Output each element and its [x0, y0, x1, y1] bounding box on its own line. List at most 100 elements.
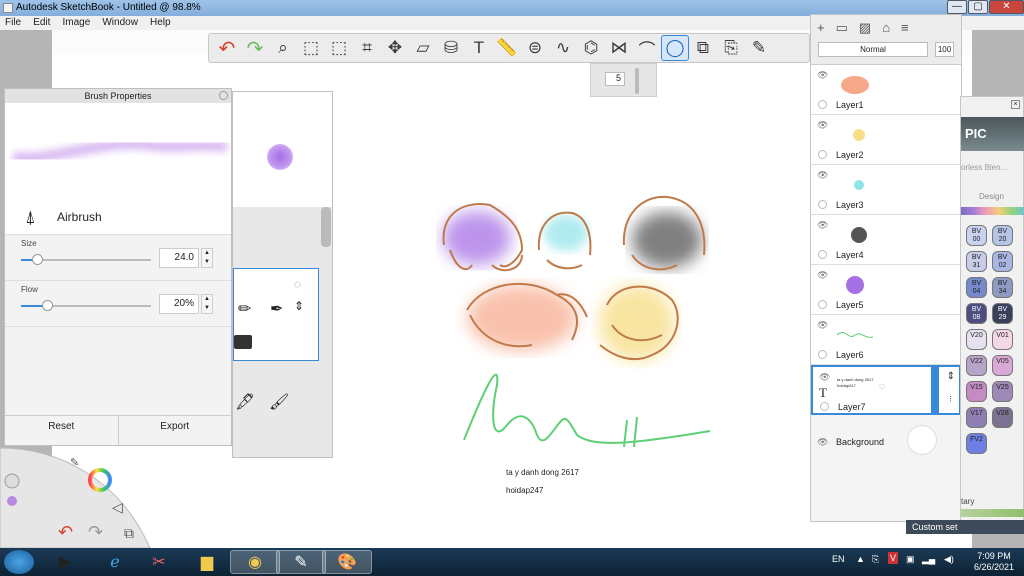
custom-set-tab[interactable]: Custom set — [906, 520, 1024, 534]
lagoon-layers-icon[interactable]: ⧉ — [124, 525, 134, 541]
layer-row[interactable]: 👁 Layer3 — [811, 165, 961, 215]
flow-value-field[interactable]: 20% — [159, 294, 199, 314]
layer-move-icon[interactable]: ⇕ — [947, 371, 955, 382]
visibility-eye-icon[interactable]: 👁 — [817, 220, 828, 231]
layer-row[interactable]: 👁 Layer1 — [811, 65, 961, 115]
chrome-icon[interactable]: ◉ — [230, 550, 280, 574]
french-curve-icon[interactable]: ∿ — [549, 35, 577, 61]
layer-options-icon[interactable]: ⋮ — [947, 395, 954, 403]
stroke-icon[interactable]: ⌒ — [633, 35, 661, 61]
add-image-icon[interactable]: ▨ — [859, 20, 871, 36]
maximize-button[interactable]: ▢ — [968, 0, 988, 14]
brush-size-value[interactable]: 5 — [605, 72, 625, 86]
dotted-brush-icon[interactable]: ◌ — [294, 277, 301, 291]
clear-layer-icon[interactable]: ⌂ — [882, 20, 890, 36]
visibility-eye-icon[interactable]: 👁 — [817, 170, 828, 181]
redo-icon[interactable]: ↷ — [241, 35, 269, 61]
layer-select-radio[interactable] — [818, 300, 827, 309]
ink-brush-icon[interactable]: 🖋 — [235, 392, 255, 412]
lagoon-redo-icon[interactable]: ↷ — [88, 522, 103, 542]
copic-swatch[interactable]: BV 00 — [966, 225, 987, 246]
language-indicator[interactable]: EN — [832, 554, 845, 564]
selected-brush-set[interactable]: ◌ ✏ ✒ ⇕ — [233, 268, 319, 361]
size-value-field[interactable]: 24.0 — [159, 248, 199, 268]
layer-row[interactable]: 👁 Layer5 — [811, 265, 961, 315]
lagoon-select-icon[interactable]: ◁ — [112, 499, 123, 515]
undo-icon[interactable]: ↶ — [213, 35, 241, 61]
copic-swatch[interactable]: V17 — [966, 407, 987, 428]
flow-slider-knob[interactable] — [42, 300, 53, 311]
marker-brush-icon[interactable] — [234, 335, 252, 349]
tray-app-icon[interactable]: V — [888, 552, 899, 564]
internet-explorer-icon[interactable]: ℯ — [90, 550, 140, 574]
copic-swatch[interactable]: BV 31 — [966, 251, 987, 272]
visibility-eye-icon[interactable]: 👁 — [817, 120, 828, 131]
brush-icon[interactable]: ✎ — [745, 35, 773, 61]
tray-arrow-icon[interactable]: ▲ — [856, 554, 865, 564]
copic-swatch[interactable]: BV 29 — [992, 303, 1013, 324]
layer-select-radio[interactable] — [818, 350, 827, 359]
visibility-eye-icon[interactable]: 👁 — [817, 70, 828, 81]
layer-opacity-field[interactable]: 100 — [935, 42, 954, 57]
start-button[interactable] — [4, 550, 34, 574]
copic-close-icon[interactable]: × — [1011, 100, 1020, 109]
lagoon-undo-icon[interactable]: ↶ — [58, 522, 73, 542]
panel-close-icon[interactable] — [219, 91, 228, 100]
size-slider-track[interactable] — [21, 254, 151, 265]
close-button[interactable]: ✕ — [989, 0, 1024, 14]
copic-swatch[interactable]: V15 — [966, 381, 987, 402]
copic-swatch[interactable]: BV 08 — [966, 303, 987, 324]
copic-color-strip[interactable] — [961, 207, 1024, 215]
menu-window[interactable]: Window — [97, 16, 142, 28]
copic-swatch[interactable]: V28 — [992, 407, 1013, 428]
size-slider-knob[interactable] — [32, 254, 43, 265]
visibility-eye-icon[interactable]: 👁 — [817, 320, 828, 331]
copic-swatch[interactable]: V20 — [966, 329, 987, 350]
copic-swatch[interactable]: FV2 — [966, 433, 987, 454]
lagoon-brush-tool-icon[interactable]: ✎ — [70, 457, 79, 469]
copic-swatch[interactable]: BV 04 — [966, 277, 987, 298]
crop-icon[interactable]: ⌗ — [353, 35, 381, 61]
transform-icon[interactable]: ✥ — [381, 35, 409, 61]
ellipse-guide-icon[interactable]: ⊜ — [521, 35, 549, 61]
layer-row-selected[interactable]: 👁 T ta y danh dong 2617 hoidap247 ◌ Laye… — [811, 365, 961, 415]
background-layer-row[interactable]: 👁 Background — [811, 415, 961, 465]
snipping-tool-icon[interactable]: ✂ — [134, 550, 184, 574]
blend-mode-select[interactable]: Normal — [818, 42, 928, 57]
copic-swatch[interactable]: V05 — [992, 355, 1013, 376]
flow-stepper[interactable]: ▲ ▼ — [201, 294, 213, 314]
shape-icon[interactable]: ⧉ — [689, 35, 717, 61]
visibility-eye-icon[interactable]: 👁 — [819, 372, 830, 383]
predictive-stroke-icon[interactable]: ◯ — [661, 35, 689, 61]
clock[interactable]: 7:09 PM 6/26/2021 — [966, 551, 1022, 573]
symmetry-icon[interactable]: ⋈ — [605, 35, 633, 61]
menu-image[interactable]: Image — [57, 16, 94, 28]
distort-icon[interactable]: ▱ — [409, 35, 437, 61]
brush-library-scrollbar[interactable] — [321, 207, 331, 247]
paint-icon[interactable]: 🎨 — [322, 550, 372, 574]
copic-swatch[interactable]: V01 — [992, 329, 1013, 350]
menu-edit[interactable]: Edit — [28, 16, 54, 28]
layer-select-radio[interactable] — [820, 402, 829, 411]
copic-swatch[interactable]: BV 34 — [992, 277, 1013, 298]
media-player-icon[interactable]: ▶ — [40, 550, 90, 574]
tray-device-icon[interactable]: ⎘ — [872, 554, 879, 565]
layer-select-radio[interactable] — [818, 100, 827, 109]
sketchbook-icon[interactable]: ✎ — [276, 550, 326, 574]
lasso-select-icon[interactable]: ⬚ — [325, 35, 353, 61]
background-color-swatch[interactable] — [907, 425, 937, 455]
text-icon[interactable]: T — [465, 35, 493, 61]
visibility-eye-icon[interactable]: 👁 — [817, 270, 828, 281]
network-icon[interactable]: ▂▄ — [922, 554, 935, 565]
scroll-arrows-icon[interactable]: ⇕ — [294, 299, 304, 313]
layer-select-radio[interactable] — [818, 200, 827, 209]
flow-slider-track[interactable] — [21, 300, 151, 311]
menu-help[interactable]: Help — [145, 16, 175, 28]
copic-swatch[interactable]: BV 02 — [992, 251, 1013, 272]
pencil-brush-icon[interactable]: ✏ — [238, 299, 251, 319]
minimize-button[interactable]: — — [947, 0, 967, 14]
zoom-icon[interactable]: ⌕ — [269, 35, 297, 61]
ruler-icon[interactable]: 📏 — [493, 35, 521, 61]
menu-file[interactable]: File — [0, 16, 25, 28]
file-explorer-icon[interactable]: ▆ — [182, 550, 232, 574]
